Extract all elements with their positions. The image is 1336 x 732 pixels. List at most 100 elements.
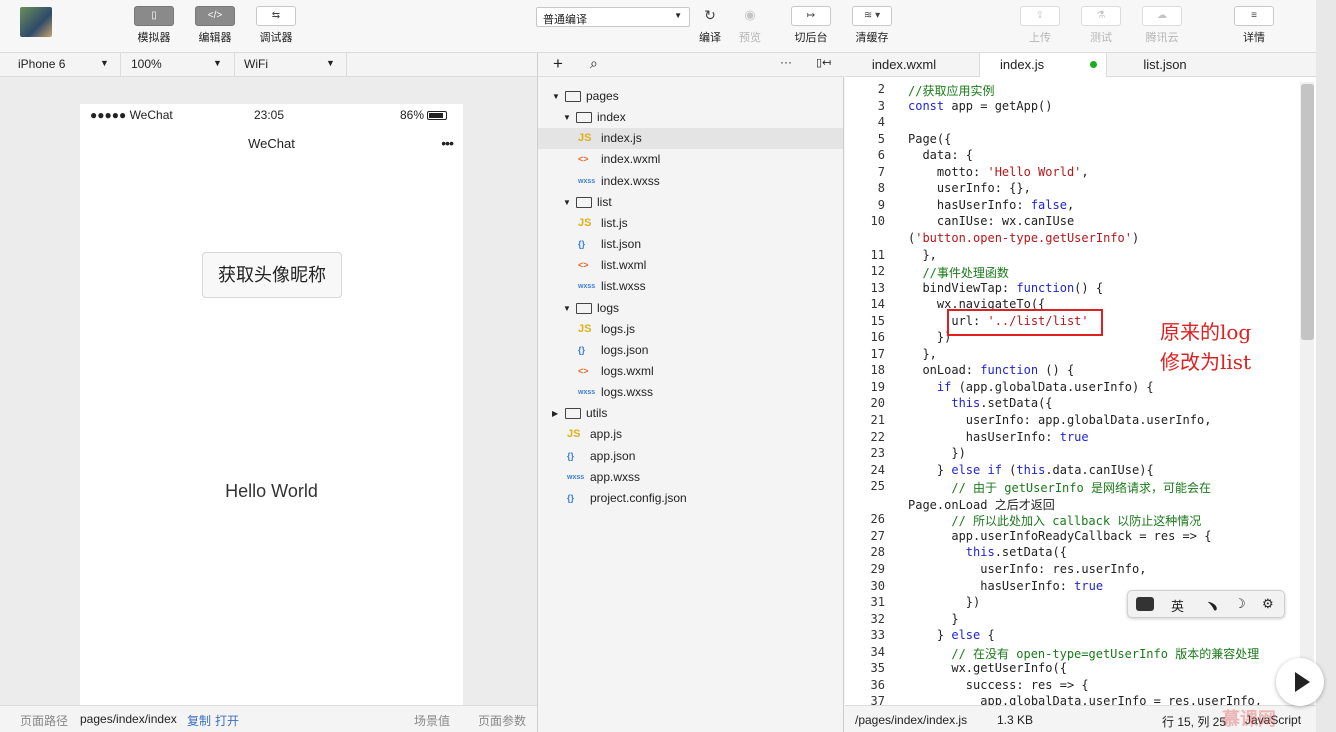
file-item[interactable]: wxss app.wxss	[538, 467, 843, 488]
tab-list-json[interactable]: list.json	[1110, 53, 1220, 77]
code-line[interactable]: canIUse: wx.canIUse	[908, 214, 1074, 228]
line-number: 31	[870, 595, 885, 610]
folder-name: index	[597, 110, 626, 125]
file-item[interactable]: wxss list.wxss	[538, 276, 843, 297]
file-item[interactable]: JS app.js	[538, 424, 843, 445]
scene-button[interactable]: 场景值	[414, 712, 450, 729]
chevron-right-icon[interactable]: ▶	[552, 403, 558, 424]
code-line[interactable]: if (app.globalData.userInfo) {	[908, 380, 1154, 394]
folder-item[interactable]: ▶ utils	[538, 403, 843, 424]
simulator-button[interactable]: ▯ 模拟器	[124, 6, 184, 45]
code-line[interactable]: ('button.open-type.getUserInfo')	[908, 231, 1139, 245]
more-dots-icon[interactable]: •••	[441, 135, 454, 151]
folder-item[interactable]: ▼ list	[538, 192, 843, 213]
code-line[interactable]: hasUserInfo: true	[908, 430, 1089, 444]
code-line[interactable]: app.globalData.userInfo = res.userInfo,	[908, 694, 1262, 705]
code-line[interactable]: } else {	[908, 628, 995, 642]
code-line[interactable]: Page.onLoad 之后才返回	[908, 496, 1055, 513]
code-line[interactable]: }	[908, 612, 958, 626]
file-item[interactable]: <> list.wxml	[538, 255, 843, 276]
ime-punct-toggle[interactable]: ﹅	[1206, 596, 1219, 615]
details-button[interactable]: ≡ 详情	[1224, 6, 1284, 45]
code-line[interactable]: })	[908, 595, 980, 609]
file-item[interactable]: <> index.wxml	[538, 149, 843, 170]
code-icon: </>	[195, 6, 235, 26]
file-item[interactable]: <> logs.wxml	[538, 361, 843, 382]
code-line[interactable]: onLoad: function () {	[908, 363, 1074, 377]
file-item[interactable]: {} app.json	[538, 446, 843, 467]
file-item[interactable]: JS list.js	[538, 213, 843, 234]
scrollbar-thumb[interactable]	[1301, 84, 1314, 340]
chevron-down-icon[interactable]: ▼	[552, 86, 560, 107]
code-line[interactable]: },	[908, 248, 936, 262]
file-item[interactable]: {} project.config.json	[538, 488, 843, 509]
file-item[interactable]: wxss index.wxss	[538, 171, 843, 192]
file-item[interactable]: JS index.js	[538, 128, 843, 150]
code-line[interactable]: this.setData({	[908, 396, 1052, 410]
code-line[interactable]: },	[908, 347, 936, 361]
code-line[interactable]: //事件处理函数	[908, 264, 1008, 281]
code-line[interactable]: userInfo: app.globalData.userInfo,	[908, 413, 1212, 427]
copy-link[interactable]: 复制	[187, 712, 211, 729]
compile-mode-select[interactable]: 普通编译 ▼	[536, 7, 690, 27]
preview-button[interactable]: ◉ 预览	[720, 6, 780, 45]
code-line[interactable]: hasUserInfo: false,	[908, 198, 1074, 212]
code-line[interactable]: data: {	[908, 148, 973, 162]
debugger-button[interactable]: ⇆ 调试器	[246, 6, 306, 45]
cursor-position[interactable]: 行 15, 列 25	[1162, 713, 1226, 730]
folder-item[interactable]: ▼ index	[538, 107, 843, 128]
folder-item[interactable]: ▼ pages	[538, 86, 843, 107]
code-line[interactable]: motto: 'Hello World',	[908, 165, 1089, 179]
code-line[interactable]: success: res => {	[908, 678, 1089, 692]
play-icon[interactable]	[1276, 658, 1324, 706]
motto-text: Hello World	[225, 481, 318, 501]
code-line[interactable]: const app = getApp()	[908, 99, 1053, 113]
file-item[interactable]: {} logs.json	[538, 340, 843, 361]
chevron-down-icon[interactable]: ▼	[563, 107, 571, 128]
device-select[interactable]: iPhone 6 ▼	[18, 57, 112, 73]
code-line[interactable]: hasUserInfo: true	[908, 579, 1103, 593]
code-line[interactable]: bindViewTap: function() {	[908, 281, 1103, 295]
code-line[interactable]: // 在没有 open-type=getUserInfo 版本的兼容处理	[908, 645, 1259, 662]
file-item[interactable]: JS logs.js	[538, 319, 843, 340]
code-line[interactable]: // 由于 getUserInfo 是网络请求，可能会在	[908, 479, 1211, 496]
code-line[interactable]: userInfo: {},	[908, 181, 1031, 195]
code-line[interactable]: })	[908, 446, 965, 460]
add-icon[interactable]: +	[553, 54, 563, 74]
search-icon[interactable]: ⌕	[590, 55, 598, 72]
clear-cache-button[interactable]: ≋ ▾ 清缓存	[842, 6, 902, 45]
get-user-info-button[interactable]: 获取头像昵称	[202, 252, 342, 298]
more-icon[interactable]: ···	[780, 55, 792, 69]
code-line[interactable]: //获取应用实例	[908, 82, 994, 99]
network-select[interactable]: WiFi ▼	[244, 57, 338, 73]
avatar[interactable]	[20, 7, 52, 37]
file-item[interactable]: wxss logs.wxss	[538, 382, 843, 403]
code-line[interactable]: this.setData({	[908, 545, 1067, 559]
code-line[interactable]: wx.getUserInfo({	[908, 661, 1067, 675]
zoom-select[interactable]: 100% ▼	[131, 57, 225, 73]
ime-lang-toggle[interactable]: 英	[1171, 596, 1184, 615]
code-line[interactable]: Page({	[908, 132, 951, 146]
chevron-down-icon[interactable]: ▼	[563, 192, 571, 213]
code-line[interactable]: userInfo: res.userInfo,	[908, 562, 1146, 576]
code-line[interactable]: // 所以此处加入 callback 以防止这种情况	[908, 512, 1201, 529]
code-line[interactable]: })	[908, 330, 951, 344]
editor-button[interactable]: </> 编辑器	[185, 6, 245, 45]
tab-index-js[interactable]: index.js	[979, 53, 1107, 78]
open-link[interactable]: 打开	[215, 712, 239, 729]
page-params-button[interactable]: 页面参数	[478, 712, 526, 729]
code-line[interactable]: app.userInfoReadyCallback = res => {	[908, 529, 1211, 543]
collapse-icon[interactable]: ▯↤	[816, 56, 831, 69]
background-button[interactable]: ↦ 切后台	[781, 6, 841, 45]
code-line[interactable]: } else if (this.data.canIUse){	[908, 463, 1154, 477]
file-item[interactable]: {} list.json	[538, 234, 843, 255]
gear-icon[interactable]: ⚙	[1262, 596, 1274, 612]
chevron-down-icon[interactable]: ▼	[563, 298, 571, 319]
moon-icon[interactable]: ☽	[1234, 596, 1246, 612]
tab-index-wxml[interactable]: index.wxml	[849, 53, 959, 77]
ime-logo-icon[interactable]	[1136, 597, 1154, 611]
folder-item[interactable]: ▼ logs	[538, 298, 843, 319]
upload-button[interactable]: ⇪ 上传	[1010, 6, 1070, 45]
test-button[interactable]: ⚗ 测试	[1071, 6, 1131, 45]
tencent-cloud-button[interactable]: ☁ 腾讯云	[1132, 6, 1192, 45]
